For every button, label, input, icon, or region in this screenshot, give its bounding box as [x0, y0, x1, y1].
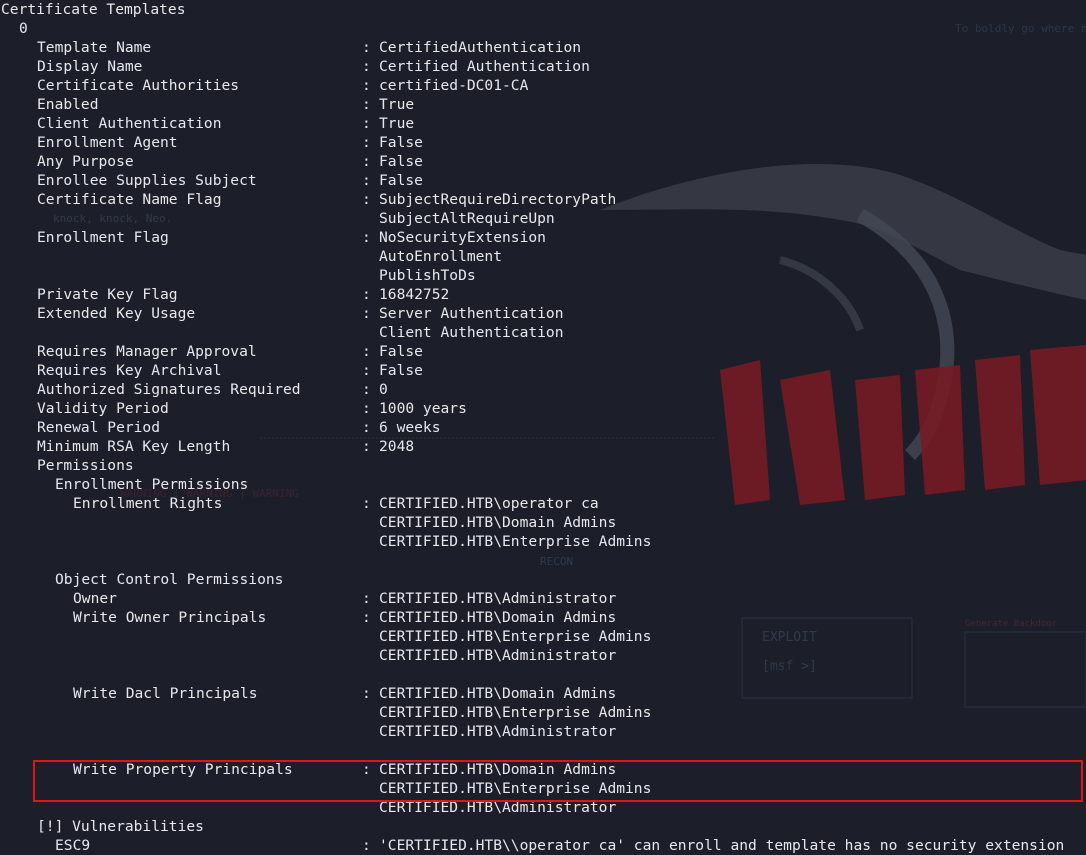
- field-key: Private Key Flag: [37, 286, 178, 303]
- field-value: True: [379, 115, 415, 132]
- field-separator: :: [362, 495, 371, 512]
- field-value: CERTIFIED.HTB\Enterprise Admins: [379, 533, 652, 550]
- field-separator: :: [362, 685, 371, 702]
- field-value: False: [379, 153, 423, 170]
- field-value: SubjectAltRequireUpn: [379, 210, 555, 227]
- field-key: Requires Manager Approval: [37, 343, 257, 360]
- field-key: Write Dacl Principals: [73, 685, 258, 702]
- field-separator: :: [362, 58, 371, 75]
- field-value: CERTIFIED.HTB\Domain Admins: [379, 514, 617, 531]
- field-value: True: [379, 96, 415, 113]
- svg-text:knock, knock, Neo.: knock, knock, Neo.: [53, 212, 172, 225]
- field-key: Minimum RSA Key Length: [37, 438, 231, 455]
- field-value: CERTIFIED.HTB\Administrator: [379, 723, 617, 740]
- kali-logo-icon: [720, 345, 1086, 505]
- field-separator: :: [362, 362, 371, 379]
- field-separator: :: [362, 609, 371, 626]
- field-value: Client Authentication: [379, 324, 564, 341]
- field-separator: :: [362, 343, 371, 360]
- field-value: CERTIFIED.HTB\Enterprise Admins: [379, 628, 652, 645]
- field-key: Any Purpose: [37, 153, 134, 170]
- field-separator: :: [362, 96, 371, 113]
- field-key: Enrollment Rights: [73, 495, 223, 512]
- field-value: PublishToDs: [379, 267, 476, 284]
- field-value: CERTIFIED.HTB\Administrator: [379, 590, 617, 607]
- field-key: Enrollee Supplies Subject: [37, 172, 257, 189]
- enrollment-permissions-label: Enrollment Permissions: [55, 476, 249, 493]
- svg-text:Generate Backdoor: Generate Backdoor: [965, 619, 1058, 629]
- field-value: False: [379, 134, 423, 151]
- field-key: Extended Key Usage: [37, 305, 196, 322]
- svg-text:EXPLOIT: EXPLOIT: [762, 630, 817, 645]
- background-boxes: [260, 437, 1086, 708]
- field-key: Enabled: [37, 96, 99, 113]
- section-title: Certificate Templates: [1, 1, 186, 18]
- field-key: Requires Key Archival: [37, 362, 222, 379]
- object-control-label: Object Control Permissions: [55, 571, 284, 588]
- field-value: certified-DC01-CA: [379, 77, 529, 94]
- field-separator: :: [362, 134, 371, 151]
- dragon-icon: [600, 163, 1086, 460]
- vulnerabilities-label: [!] Vulnerabilities: [37, 818, 204, 835]
- field-value: 6 weeks: [379, 419, 441, 436]
- field-value: Certified Authentication: [379, 58, 590, 75]
- field-value: CertifiedAuthentication: [379, 39, 582, 56]
- field-separator: :: [362, 153, 371, 170]
- field-key: Renewal Period: [37, 419, 161, 436]
- field-separator: :: [362, 419, 371, 436]
- field-separator: :: [362, 381, 371, 398]
- field-separator: :: [362, 39, 371, 56]
- field-value: 2048: [379, 438, 415, 455]
- svg-text:RECON: RECON: [540, 555, 573, 568]
- field-separator: :: [362, 172, 371, 189]
- field-value: NoSecurityExtension: [379, 229, 546, 246]
- field-separator: :: [362, 286, 371, 303]
- field-separator: :: [362, 77, 371, 94]
- field-key: Certificate Name Flag: [37, 191, 222, 208]
- field-key: Enrollment Agent: [37, 134, 178, 151]
- field-value: 0: [379, 381, 388, 398]
- field-key: Owner: [73, 590, 117, 607]
- field-value: CERTIFIED.HTB\Administrator: [379, 647, 617, 664]
- field-value: SubjectRequireDirectoryPath: [379, 191, 617, 208]
- vulnerability-highlight-box: [33, 760, 1083, 802]
- field-separator: :: [362, 115, 371, 132]
- field-separator: :: [362, 191, 371, 208]
- field-separator: :: [362, 400, 371, 417]
- svg-text:[msf >]: [msf >]: [762, 659, 817, 674]
- field-value: CERTIFIED.HTB\operator ca: [379, 495, 599, 512]
- field-value: False: [379, 172, 423, 189]
- field-value: 1000 years: [379, 400, 467, 417]
- field-value: 16842752: [379, 286, 450, 303]
- field-separator: :: [362, 837, 371, 854]
- vulnerability-id: ESC9: [55, 837, 91, 854]
- template-index: 0: [19, 20, 28, 37]
- field-key: Validity Period: [37, 400, 169, 417]
- field-value: CERTIFIED.HTB\Domain Admins: [379, 685, 617, 702]
- vulnerability-description: 'CERTIFIED.HTB\\operator ca' can enroll …: [379, 837, 1065, 854]
- permissions-label: Permissions: [37, 457, 134, 474]
- field-key: Client Authentication: [37, 115, 222, 132]
- field-key: Write Owner Principals: [73, 609, 267, 626]
- field-value: AutoEnrollment: [379, 248, 503, 265]
- field-value: CERTIFIED.HTB\Domain Admins: [379, 609, 617, 626]
- field-separator: :: [362, 229, 371, 246]
- field-key: Enrollment Flag: [37, 229, 169, 246]
- field-key: Certificate Authorities: [37, 77, 240, 94]
- field-separator: :: [362, 438, 371, 455]
- field-key: Authorized Signatures Required: [37, 381, 301, 398]
- field-value: False: [379, 343, 423, 360]
- field-value: Server Authentication: [379, 305, 564, 322]
- field-key: Display Name: [37, 58, 143, 75]
- field-separator: :: [362, 305, 371, 322]
- field-separator: :: [362, 590, 371, 607]
- svg-text:To boldly go where no shell ha: To boldly go where no shell has gone bef…: [955, 22, 1086, 35]
- field-key: Template Name: [37, 39, 152, 56]
- field-value: False: [379, 362, 423, 379]
- field-value: CERTIFIED.HTB\Enterprise Admins: [379, 704, 652, 721]
